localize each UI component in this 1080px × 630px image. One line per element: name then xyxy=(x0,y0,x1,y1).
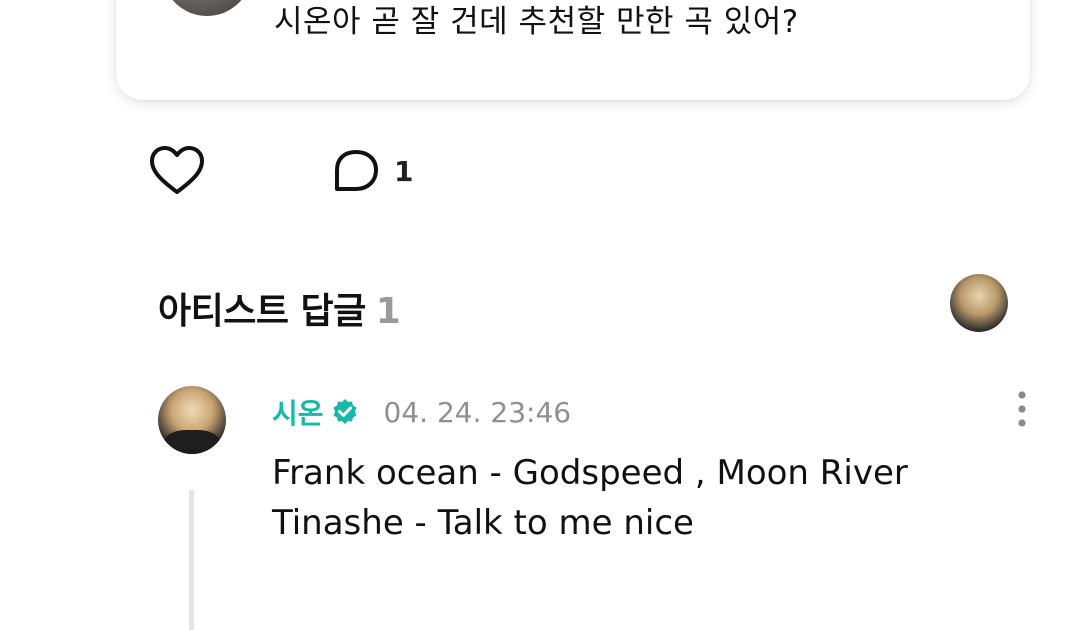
post-text: 시온아 곧 잘 건데 추천할 만한 곡 있어? xyxy=(274,4,799,40)
like-button[interactable] xyxy=(148,144,206,198)
reply-body: Frank ocean - Godspeed , Moon River Tina… xyxy=(272,448,908,548)
verified-badge-icon xyxy=(333,399,357,424)
more-vertical-icon xyxy=(1018,391,1026,427)
thread-line xyxy=(189,490,194,630)
avatar-shirt xyxy=(164,430,220,454)
artist-replies-heading: 아티스트 답글 1 xyxy=(158,282,401,334)
heart-icon xyxy=(150,146,204,194)
more-options-button[interactable] xyxy=(1006,390,1038,430)
reply-line: Frank ocean - Godspeed , Moon River xyxy=(272,453,908,493)
reply-author-avatar[interactable] xyxy=(158,386,226,454)
artist-replies-count: 1 xyxy=(375,291,401,332)
post-card: 시온아 곧 잘 건데 추천할 만한 곡 있어? xyxy=(116,0,1030,100)
comment-button[interactable]: 1 xyxy=(332,144,413,198)
reply-header: 시온 04. 24. 23:46 xyxy=(272,392,571,432)
reply-timestamp: 04. 24. 23:46 xyxy=(383,395,572,429)
comment-bubble-icon xyxy=(335,150,378,191)
artist-avatar-small[interactable] xyxy=(950,274,1008,332)
reply-author-name[interactable]: 시온 xyxy=(272,392,324,432)
comment-count: 1 xyxy=(394,154,414,188)
artist-replies-title: 아티스트 답글 xyxy=(158,291,366,332)
post-author-avatar[interactable] xyxy=(162,0,252,16)
reply-line: Tinashe - Talk to me nice xyxy=(272,503,694,543)
